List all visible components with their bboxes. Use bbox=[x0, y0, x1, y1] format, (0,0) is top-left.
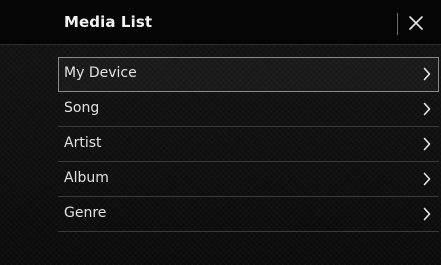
list-item-label: Song bbox=[64, 100, 100, 116]
list-item-album[interactable]: Album bbox=[58, 162, 439, 197]
page-title: Media List bbox=[64, 13, 153, 31]
close-button[interactable] bbox=[403, 8, 433, 38]
list-item-label: Album bbox=[64, 170, 109, 186]
header-divider bbox=[397, 13, 398, 35]
list-item-label: My Device bbox=[64, 65, 137, 81]
list-item-genre[interactable]: Genre bbox=[58, 197, 439, 232]
list-item-label: Artist bbox=[64, 135, 102, 151]
list-item-label: Genre bbox=[64, 205, 107, 221]
list-item-my-device[interactable]: My Device bbox=[58, 57, 439, 92]
list-item-song[interactable]: Song bbox=[58, 92, 439, 127]
chevron-right-icon bbox=[423, 137, 431, 151]
list-item-artist[interactable]: Artist bbox=[58, 127, 439, 162]
media-list: My Device Song Artist Album Genre bbox=[58, 57, 439, 232]
chevron-right-icon bbox=[423, 67, 431, 81]
chevron-right-icon bbox=[423, 172, 431, 186]
chevron-right-icon bbox=[423, 207, 431, 221]
header-bar: Media List bbox=[0, 0, 441, 45]
close-icon bbox=[409, 16, 423, 30]
chevron-right-icon bbox=[423, 102, 431, 116]
